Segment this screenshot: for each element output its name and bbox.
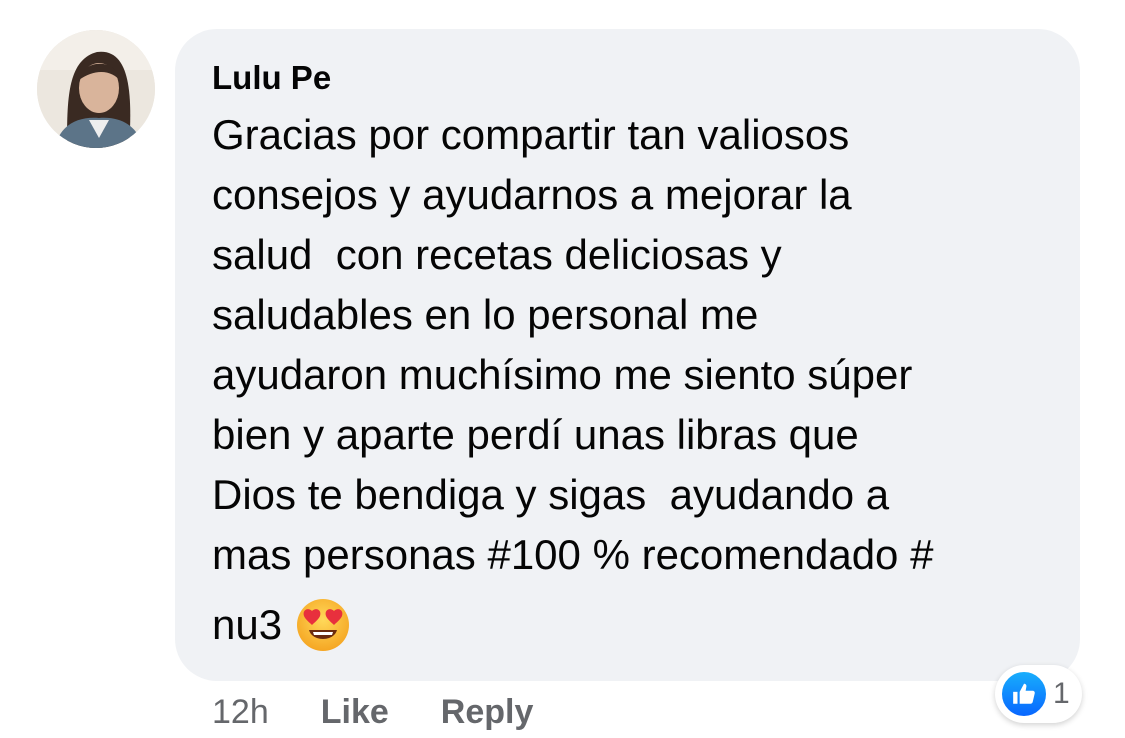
comment-line: Dios te bendiga y sigas ayudando a <box>212 471 890 518</box>
reply-button[interactable]: Reply <box>441 693 534 732</box>
comment-line: Gracias por compartir tan valiosos <box>212 111 850 158</box>
comment-line: consejos y ayudarnos a mejorar la <box>212 171 852 218</box>
thumbs-up-icon <box>999 669 1049 719</box>
avatar[interactable] <box>37 30 155 148</box>
comment-item: Lulu Pe Gracias por compartir tan valios… <box>0 0 1125 738</box>
comment-line: bien y aparte perdí unas libras que <box>212 411 859 458</box>
comment-body: Gracias por compartir tan valiosos conse… <box>212 105 1072 655</box>
comment-line: mas personas #100 % recomendado # <box>212 531 934 578</box>
heart-eyes-emoji-icon <box>296 598 350 652</box>
comment-actions: 12h Like Reply <box>212 690 585 734</box>
avatar-photo <box>37 30 155 148</box>
like-button[interactable]: Like <box>321 693 389 732</box>
reaction-summary[interactable]: 1 <box>995 665 1082 723</box>
hashtag-text[interactable]: nu3 <box>212 595 282 655</box>
comment-timestamp[interactable]: 12h <box>212 693 269 732</box>
comment-last-line: nu3 <box>212 595 1072 655</box>
comment-author[interactable]: Lulu Pe <box>212 58 331 98</box>
comment-line: ayudaron muchísimo me siento súper <box>212 351 913 398</box>
comment-line: saludables en lo personal me <box>212 291 759 338</box>
reaction-count: 1 <box>1053 677 1070 710</box>
comment-line: salud con recetas deliciosas y <box>212 231 782 278</box>
